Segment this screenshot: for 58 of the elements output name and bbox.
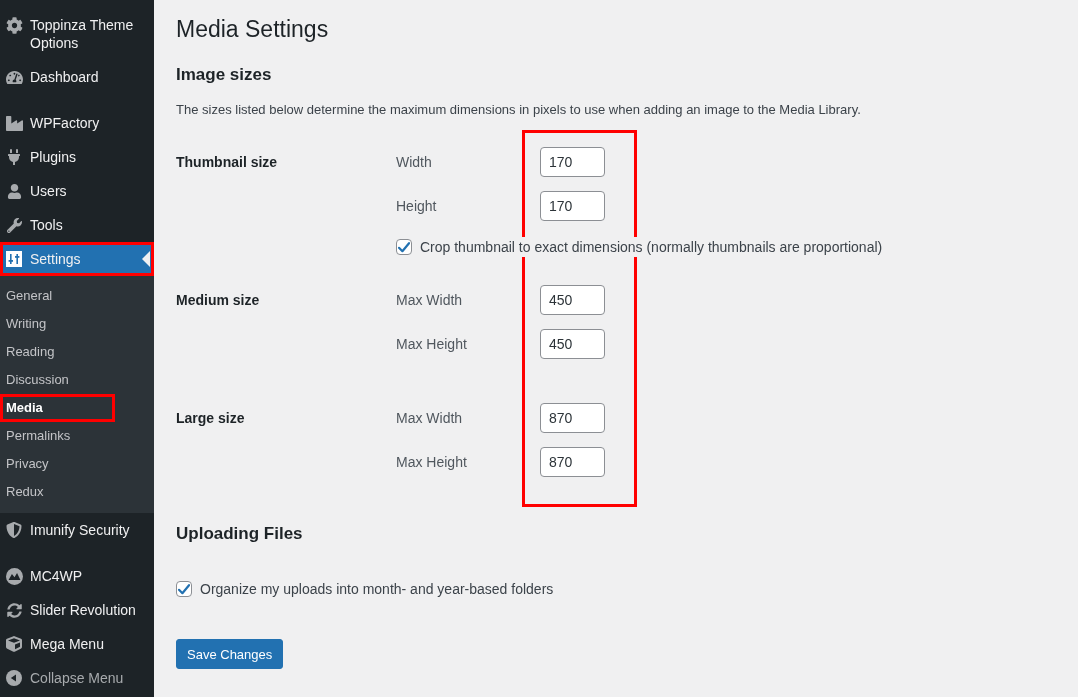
menu-item[interactable]: MC4WP [0, 559, 154, 593]
checkbox[interactable] [396, 239, 412, 255]
collapse-menu-button[interactable]: Collapse Menu [0, 661, 154, 695]
plug-icon [6, 149, 22, 165]
menu-item[interactable]: WPFactory [0, 106, 154, 140]
shield-icon [6, 522, 22, 538]
user-icon [6, 183, 22, 199]
submenu-item[interactable]: Privacy [0, 450, 154, 478]
size-group-label: Thumbnail size [176, 153, 278, 172]
cube-icon [6, 636, 22, 652]
submenu-item[interactable]: General [0, 282, 154, 310]
gear-icon [5, 16, 23, 34]
checkmark-icon [178, 583, 190, 595]
mountain-badge-icon [5, 567, 23, 585]
field-label: Max Width [396, 409, 464, 427]
size-group-label: Large size [176, 409, 245, 428]
field-label: Max Height [396, 453, 468, 471]
menu-item[interactable]: Imunify Security [0, 513, 154, 547]
size-input[interactable]: 870 [540, 403, 605, 433]
page-title: Media Settings [176, 15, 330, 44]
checkbox[interactable] [176, 581, 192, 597]
size-input[interactable]: 450 [540, 329, 605, 359]
menu-item[interactable]: Settings [0, 242, 154, 276]
section-description: The sizes listed below determine the maximum dimensions in pixels to use when adding an image to the Media Library. [176, 101, 862, 119]
save-button[interactable]: Save Changes [176, 639, 284, 669]
size-input[interactable]: 170 [540, 191, 605, 221]
checkmark-icon [398, 241, 410, 253]
section-heading: Uploading Files [176, 523, 304, 545]
arrow-circle-icon [6, 670, 22, 686]
field-label: Max Height [396, 335, 468, 353]
field-label: Max Width [396, 291, 464, 309]
field-label: Height [396, 197, 438, 215]
menu-item[interactable]: Toppinza Theme Options [0, 8, 154, 60]
pointer-icon [142, 251, 150, 267]
menu-item[interactable]: Tools [0, 208, 154, 242]
submenu-item[interactable]: Redux [0, 478, 154, 506]
wrench-icon [6, 217, 22, 233]
menu-item[interactable]: Slider Revolution [0, 593, 154, 627]
section-heading: Image sizes [176, 64, 273, 86]
checkbox-label: Crop thumbnail to exact dimensions (normally thumbnails are proportional) [420, 237, 883, 257]
gauge-icon [5, 68, 23, 86]
sliders-icon [6, 251, 22, 267]
submenu-item[interactable]: Media [0, 394, 115, 422]
refresh-icon [6, 602, 22, 618]
menu-item[interactable]: Dashboard [0, 60, 154, 94]
factory-icon [5, 114, 23, 132]
menu-item[interactable]: Users [0, 174, 154, 208]
size-input[interactable]: 450 [540, 285, 605, 315]
size-input[interactable]: 170 [540, 147, 605, 177]
submenu-item[interactable]: Writing [0, 310, 154, 338]
menu-item[interactable]: Plugins [0, 140, 154, 174]
field-label: Width [396, 153, 433, 171]
size-input[interactable]: 870 [540, 447, 605, 477]
size-group-label: Medium size [176, 291, 260, 310]
submenu-item[interactable]: Discussion [0, 366, 154, 394]
menu-item[interactable]: Mega Menu [0, 627, 154, 661]
submenu-item[interactable]: Reading [0, 338, 154, 366]
submenu-item[interactable]: Permalinks [0, 422, 154, 450]
